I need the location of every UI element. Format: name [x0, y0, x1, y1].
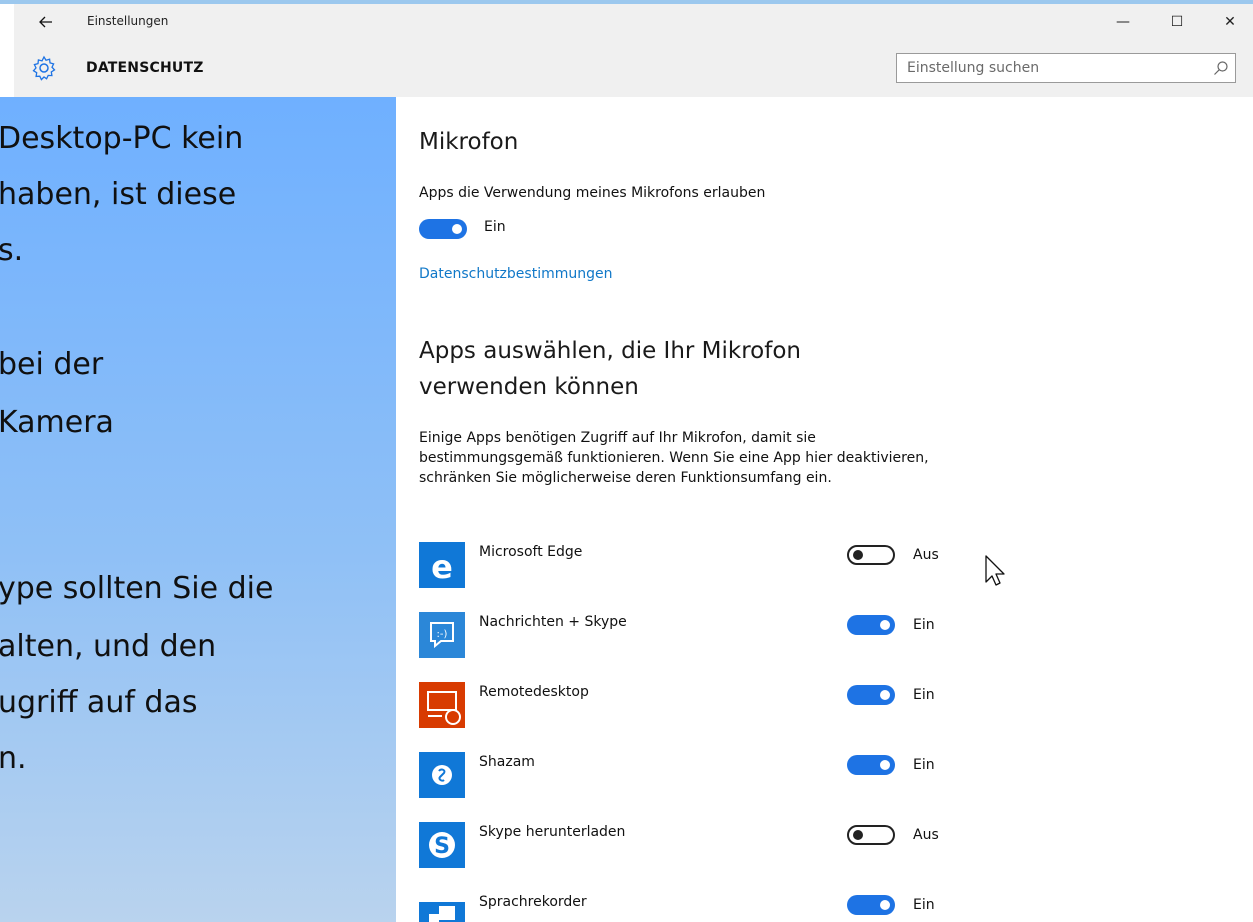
skype-icon: S [419, 822, 465, 868]
window-title: Einstellungen [87, 14, 169, 28]
edge-icon: e [419, 542, 465, 588]
list-item: Shazam Ein [396, 752, 1253, 822]
app-toggle-state: Aus [913, 547, 939, 563]
list-item: e Microsoft Edge Aus [396, 542, 1253, 612]
app-name: Shazam [479, 754, 535, 770]
app-toggle-state: Ein [913, 617, 935, 633]
section-title-apps: Apps auswählen, die Ihr Mikrofon verwend… [419, 338, 802, 400]
maximize-button[interactable]: ☐ [1154, 8, 1200, 36]
search-input[interactable] [897, 54, 1217, 82]
section-title-mikrofon: Mikrofon [419, 129, 519, 155]
allow-microphone-toggle[interactable] [419, 219, 467, 239]
list-item: :-) Nachrichten + Skype Ein [396, 612, 1253, 682]
settings-header: DATENSCHUTZ [14, 40, 1253, 98]
background-slide: Desktop-PC kein haben, ist diese s. bei … [0, 97, 396, 922]
svg-text::-): :-) [437, 629, 448, 640]
slide-text-line: alten, und den [0, 629, 217, 664]
slide-text-line: ugriff auf das [0, 685, 198, 720]
app-name: Nachrichten + Skype [479, 614, 627, 630]
list-item: Sprachrekorder Ein [396, 892, 1253, 922]
page-title: DATENSCHUTZ [86, 60, 204, 76]
app-toggle-nachrichten-skype[interactable] [847, 615, 895, 635]
close-icon: ✕ [1224, 14, 1236, 30]
mouse-cursor-icon [985, 555, 1005, 586]
slide-text-line: haben, ist diese [0, 177, 237, 212]
privacy-policy-link[interactable]: Datenschutzbestimmungen [419, 266, 612, 282]
shazam-icon [419, 752, 465, 798]
remote-desktop-icon [419, 682, 465, 728]
list-item: Remotedesktop Ein [396, 682, 1253, 752]
settings-content: Mikrofon Apps die Verwendung meines Mikr… [396, 97, 1253, 922]
app-toggle-skype-herunterladen[interactable] [847, 825, 895, 845]
app-toggle-state: Ein [913, 687, 935, 703]
app-toggle-state: Aus [913, 827, 939, 843]
svg-text:e: e [431, 548, 453, 586]
app-toggle-remotedesktop[interactable] [847, 685, 895, 705]
title-bar: Einstellungen — ☐ ✕ [14, 4, 1253, 40]
allow-microphone-label: Apps die Verwendung meines Mikrofons erl… [419, 185, 766, 201]
slide-text-line: bei der [0, 347, 104, 382]
minimize-button[interactable]: — [1100, 8, 1146, 36]
app-toggle-microsoft-edge[interactable] [847, 545, 895, 565]
slide-text-line: s. [0, 233, 24, 268]
allow-microphone-state: Ein [484, 219, 506, 235]
close-button[interactable]: ✕ [1207, 8, 1253, 36]
slide-text-line: ype sollten Sie die [0, 571, 274, 606]
app-toggle-state: Ein [913, 897, 935, 913]
app-toggle-state: Ein [913, 757, 935, 773]
minimize-icon: — [1116, 14, 1130, 30]
app-name: Microsoft Edge [479, 544, 583, 560]
gear-icon [32, 55, 56, 81]
svg-text:S: S [434, 834, 450, 859]
app-toggle-sprachrekorder[interactable] [847, 895, 895, 915]
list-item: S Skype herunterladen Aus [396, 822, 1253, 892]
voice-recorder-icon [419, 902, 465, 922]
back-button[interactable] [34, 8, 58, 36]
arrow-left-icon [39, 16, 52, 28]
apps-description: Einige Apps benötigen Zugriff auf Ihr Mi… [419, 430, 929, 486]
app-name: Remotedesktop [479, 684, 589, 700]
slide-text-line: n. [0, 741, 27, 776]
search-icon[interactable] [1213, 60, 1229, 76]
app-name: Sprachrekorder [479, 894, 587, 910]
search-box[interactable] [896, 53, 1236, 83]
slide-text-line: Desktop-PC kein [0, 121, 244, 156]
app-name: Skype herunterladen [479, 824, 626, 840]
messaging-icon: :-) [419, 612, 465, 658]
slide-text-line: Kamera [0, 405, 114, 440]
app-toggle-shazam[interactable] [847, 755, 895, 775]
maximize-icon: ☐ [1170, 14, 1184, 30]
